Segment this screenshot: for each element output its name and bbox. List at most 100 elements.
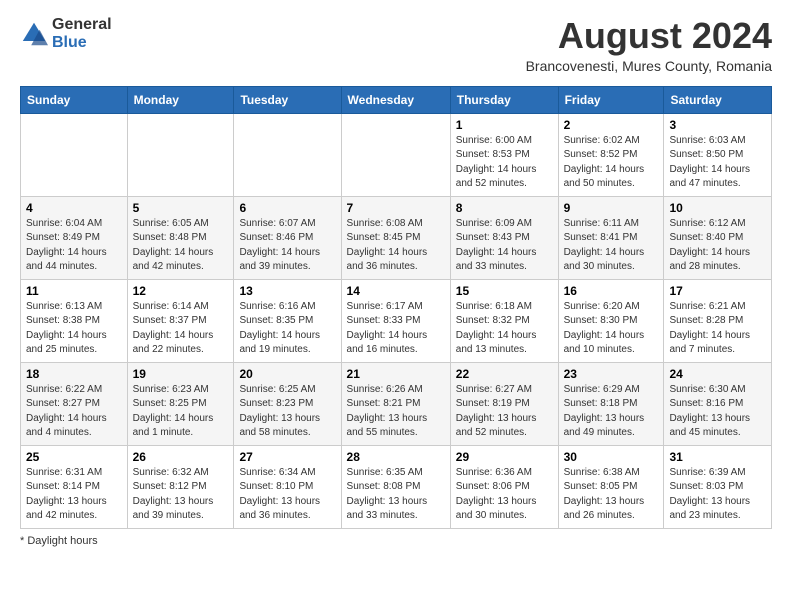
day-info: Sunrise: 6:35 AMSunset: 8:08 PMDaylight:… <box>347 466 445 524</box>
header: General Blue August 2024 Brancovenesti, … <box>20 16 772 74</box>
day-number: 8 <box>456 201 553 215</box>
logo-text: General Blue <box>52 16 112 51</box>
day-info: Sunrise: 6:13 AMSunset: 8:38 PMDaylight:… <box>26 300 122 358</box>
day-number: 24 <box>669 367 766 381</box>
day-info: Sunrise: 6:27 AMSunset: 8:19 PMDaylight:… <box>456 383 553 441</box>
calendar-cell <box>234 113 341 196</box>
day-number: 31 <box>669 450 766 464</box>
calendar-cell: 23 Sunrise: 6:29 AMSunset: 8:18 PMDayligh… <box>558 362 664 445</box>
day-number: 15 <box>456 284 553 298</box>
calendar-cell: 20 Sunrise: 6:25 AMSunset: 8:23 PMDayligh… <box>234 362 341 445</box>
calendar-cell: 7Sunrise: 6:08 AMSunset: 8:45 PMDaylight… <box>341 196 450 279</box>
day-info: Sunrise: 6:30 AMSunset: 8:16 PMDaylight:… <box>669 383 766 441</box>
calendar-cell: 16Sunrise: 6:20 AMSunset: 8:30 PMDayligh… <box>558 279 664 362</box>
day-info: Sunrise: 6:39 AMSunset: 8:03 PMDaylight:… <box>669 466 766 524</box>
calendar-cell <box>21 113 128 196</box>
day-info: Sunrise: 6:22 AMSunset: 8:27 PMDaylight:… <box>26 383 122 441</box>
calendar-cell: 24 Sunrise: 6:30 AMSunset: 8:16 PMDayligh… <box>664 362 772 445</box>
day-info: Sunrise: 6:03 AMSunset: 8:50 PMDaylight:… <box>669 134 766 192</box>
day-info: Sunrise: 6:38 AMSunset: 8:05 PMDaylight:… <box>564 466 659 524</box>
footer-note-text: * Daylight hours <box>20 535 98 547</box>
day-number: 22 <box>456 367 553 381</box>
day-number: 29 <box>456 450 553 464</box>
day-number: 17 <box>669 284 766 298</box>
calendar-week-row: 11 Sunrise: 6:13 AMSunset: 8:38 PMDayligh… <box>21 279 772 362</box>
day-info: Sunrise: 6:20 AMSunset: 8:30 PMDaylight:… <box>564 300 659 358</box>
calendar-cell <box>341 113 450 196</box>
day-info: Sunrise: 6:02 AMSunset: 8:52 PMDaylight:… <box>564 134 659 192</box>
calendar-cell: 11 Sunrise: 6:13 AMSunset: 8:38 PMDayligh… <box>21 279 128 362</box>
calendar-cell: 22 Sunrise: 6:27 AMSunset: 8:19 PMDayligh… <box>450 362 558 445</box>
day-number: 18 <box>26 367 122 381</box>
column-header-sunday: Sunday <box>21 86 128 113</box>
day-info: Sunrise: 6:17 AMSunset: 8:33 PMDaylight:… <box>347 300 445 358</box>
day-info: Sunrise: 6:07 AMSunset: 8:46 PMDaylight:… <box>239 217 335 275</box>
day-info: Sunrise: 6:09 AMSunset: 8:43 PMDaylight:… <box>456 217 553 275</box>
calendar-cell: 9Sunrise: 6:11 AMSunset: 8:41 PMDaylight… <box>558 196 664 279</box>
column-header-friday: Friday <box>558 86 664 113</box>
day-number: 19 <box>133 367 229 381</box>
calendar-cell: 28 Sunrise: 6:35 AMSunset: 8:08 PMDayligh… <box>341 445 450 528</box>
calendar-cell: 17 Sunrise: 6:21 AMSunset: 8:28 PMDayligh… <box>664 279 772 362</box>
calendar-cell: 31 Sunrise: 6:39 AMSunset: 8:03 PMDayligh… <box>664 445 772 528</box>
day-info: Sunrise: 6:31 AMSunset: 8:14 PMDaylight:… <box>26 466 122 524</box>
day-number: 14 <box>347 284 445 298</box>
day-number: 11 <box>26 284 122 298</box>
day-number: 21 <box>347 367 445 381</box>
logo: General Blue <box>20 16 112 51</box>
day-info: Sunrise: 6:34 AMSunset: 8:10 PMDaylight:… <box>239 466 335 524</box>
day-info: Sunrise: 6:11 AMSunset: 8:41 PMDaylight:… <box>564 217 659 275</box>
day-info: Sunrise: 6:29 AMSunset: 8:18 PMDaylight:… <box>564 383 659 441</box>
day-number: 7 <box>347 201 445 215</box>
day-info: Sunrise: 6:12 AMSunset: 8:40 PMDaylight:… <box>669 217 766 275</box>
calendar-cell: 19 Sunrise: 6:23 AMSunset: 8:25 PMDayligh… <box>127 362 234 445</box>
day-info: Sunrise: 6:26 AMSunset: 8:21 PMDaylight:… <box>347 383 445 441</box>
calendar-week-row: 18 Sunrise: 6:22 AMSunset: 8:27 PMDayligh… <box>21 362 772 445</box>
calendar-week-row: 1Sunrise: 6:00 AMSunset: 8:53 PMDaylight… <box>21 113 772 196</box>
day-number: 4 <box>26 201 122 215</box>
calendar-cell: 6 Sunrise: 6:07 AMSunset: 8:46 PMDaylight… <box>234 196 341 279</box>
footer-note: * Daylight hours <box>20 535 772 547</box>
calendar-cell: 5Sunrise: 6:05 AMSunset: 8:48 PMDaylight… <box>127 196 234 279</box>
calendar-cell: 25Sunrise: 6:31 AMSunset: 8:14 PMDayligh… <box>21 445 128 528</box>
day-info: Sunrise: 6:18 AMSunset: 8:32 PMDaylight:… <box>456 300 553 358</box>
calendar-cell: 8 Sunrise: 6:09 AMSunset: 8:43 PMDaylight… <box>450 196 558 279</box>
day-info: Sunrise: 6:00 AMSunset: 8:53 PMDaylight:… <box>456 134 553 192</box>
day-info: Sunrise: 6:21 AMSunset: 8:28 PMDaylight:… <box>669 300 766 358</box>
day-info: Sunrise: 6:14 AMSunset: 8:37 PMDaylight:… <box>133 300 229 358</box>
day-info: Sunrise: 6:23 AMSunset: 8:25 PMDaylight:… <box>133 383 229 441</box>
day-number: 30 <box>564 450 659 464</box>
day-info: Sunrise: 6:25 AMSunset: 8:23 PMDaylight:… <box>239 383 335 441</box>
day-number: 13 <box>239 284 335 298</box>
calendar-cell: 29 Sunrise: 6:36 AMSunset: 8:06 PMDayligh… <box>450 445 558 528</box>
day-number: 23 <box>564 367 659 381</box>
day-number: 6 <box>239 201 335 215</box>
logo-general-text: General <box>52 16 112 34</box>
calendar-cell: 1Sunrise: 6:00 AMSunset: 8:53 PMDaylight… <box>450 113 558 196</box>
day-info: Sunrise: 6:05 AMSunset: 8:48 PMDaylight:… <box>133 217 229 275</box>
day-number: 28 <box>347 450 445 464</box>
logo-blue-text: Blue <box>52 34 112 52</box>
column-header-tuesday: Tuesday <box>234 86 341 113</box>
day-number: 3 <box>669 118 766 132</box>
calendar-cell: 12 Sunrise: 6:14 AMSunset: 8:37 PMDayligh… <box>127 279 234 362</box>
location-subtitle: Brancovenesti, Mures County, Romania <box>526 58 772 74</box>
calendar-week-row: 25Sunrise: 6:31 AMSunset: 8:14 PMDayligh… <box>21 445 772 528</box>
day-number: 12 <box>133 284 229 298</box>
calendar-cell: 27Sunrise: 6:34 AMSunset: 8:10 PMDayligh… <box>234 445 341 528</box>
calendar-cell: 15 Sunrise: 6:18 AMSunset: 8:32 PMDayligh… <box>450 279 558 362</box>
day-info: Sunrise: 6:04 AMSunset: 8:49 PMDaylight:… <box>26 217 122 275</box>
column-header-wednesday: Wednesday <box>341 86 450 113</box>
day-info: Sunrise: 6:32 AMSunset: 8:12 PMDaylight:… <box>133 466 229 524</box>
day-info: Sunrise: 6:36 AMSunset: 8:06 PMDaylight:… <box>456 466 553 524</box>
calendar-cell: 21 Sunrise: 6:26 AMSunset: 8:21 PMDayligh… <box>341 362 450 445</box>
calendar-cell: 26 Sunrise: 6:32 AMSunset: 8:12 PMDayligh… <box>127 445 234 528</box>
column-header-thursday: Thursday <box>450 86 558 113</box>
logo-icon <box>20 20 48 48</box>
calendar-cell: 18 Sunrise: 6:22 AMSunset: 8:27 PMDayligh… <box>21 362 128 445</box>
day-number: 26 <box>133 450 229 464</box>
calendar-week-row: 4 Sunrise: 6:04 AMSunset: 8:49 PMDaylight… <box>21 196 772 279</box>
calendar-table: SundayMondayTuesdayWednesdayThursdayFrid… <box>20 86 772 529</box>
day-number: 20 <box>239 367 335 381</box>
calendar-cell: 30 Sunrise: 6:38 AMSunset: 8:05 PMDayligh… <box>558 445 664 528</box>
